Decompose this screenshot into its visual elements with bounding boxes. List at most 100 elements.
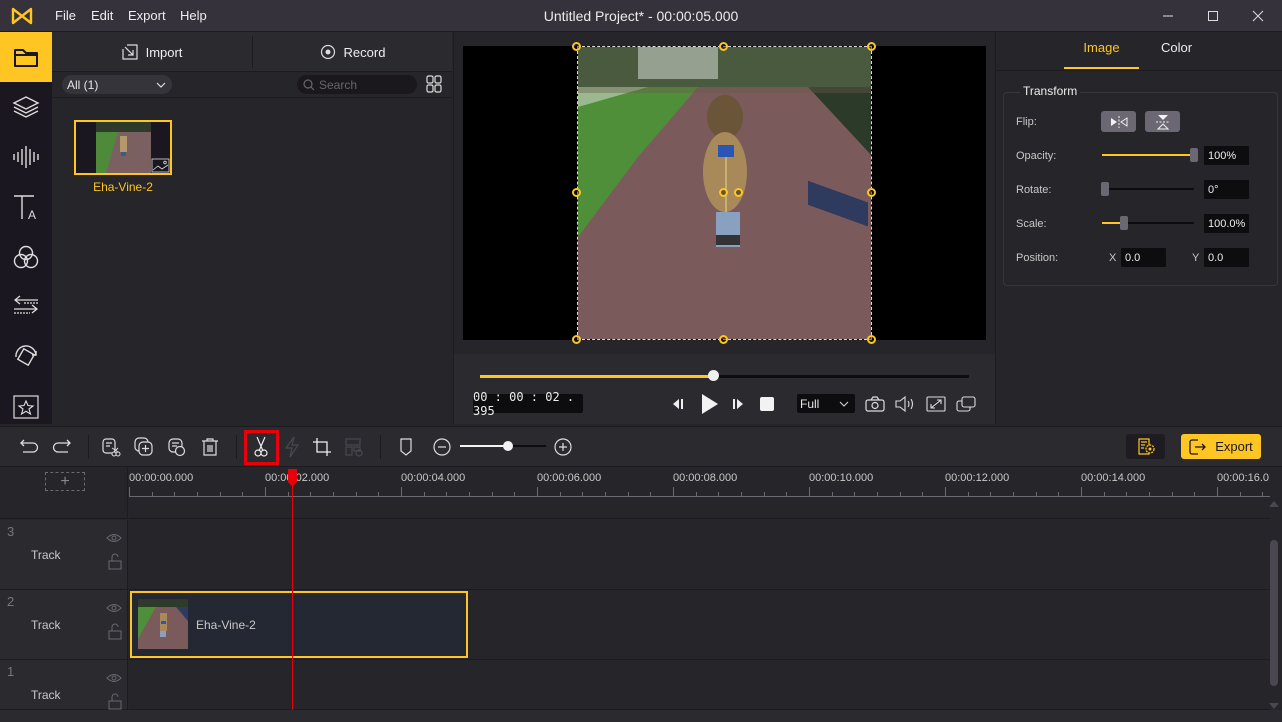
volume-button[interactable] <box>894 393 916 415</box>
opacity-slider-handle[interactable] <box>1190 148 1198 162</box>
seek-bar-handle[interactable] <box>707 370 719 381</box>
add-track-button[interactable]: + <box>45 472 85 491</box>
scale-label: Scale: <box>1016 218 1047 230</box>
opacity-value-field[interactable]: 100% <box>1204 146 1249 165</box>
track-lane[interactable] <box>129 520 1270 590</box>
pop-out-preview-button[interactable] <box>955 393 977 415</box>
copy-button[interactable] <box>164 434 190 460</box>
scroll-down-arrow-icon[interactable] <box>1268 702 1280 710</box>
rotate-slider-handle[interactable] <box>1101 182 1109 196</box>
grid-view-icon[interactable] <box>426 75 442 93</box>
rotate-value-field[interactable]: 0° <box>1204 180 1249 199</box>
anchor-handle[interactable] <box>719 188 728 197</box>
timeline-horizontal-scroll-area[interactable] <box>0 710 1282 722</box>
scale-value-field[interactable]: 100.0% <box>1204 214 1249 233</box>
delete-clip-button[interactable] <box>98 434 124 460</box>
tab-color[interactable]: Color <box>1139 40 1214 70</box>
menu-file[interactable]: File <box>55 8 76 23</box>
crop-button[interactable] <box>309 434 335 460</box>
mosaic-icon <box>345 438 363 457</box>
resize-handle-left[interactable] <box>572 188 581 197</box>
next-frame-button[interactable] <box>727 393 749 415</box>
scale-slider-handle[interactable] <box>1120 216 1129 230</box>
unlock-icon[interactable] <box>108 623 122 640</box>
resize-handle-bottom[interactable] <box>719 335 728 344</box>
playhead-handle[interactable] <box>288 469 297 487</box>
media-item-thumbnail[interactable] <box>74 120 172 175</box>
project-settings-button[interactable] <box>1126 434 1165 459</box>
sidebar-item-animations[interactable] <box>0 332 52 382</box>
minimize-icon <box>1163 15 1173 17</box>
resize-handle-top-left[interactable] <box>572 42 581 51</box>
track-header[interactable]: 3 Track <box>0 520 128 590</box>
filters-icon <box>13 245 39 269</box>
ruler-label: 00:00:14.000 <box>1081 472 1146 484</box>
unlock-icon[interactable] <box>108 553 122 570</box>
play-button[interactable] <box>696 391 722 417</box>
scroll-up-arrow-icon[interactable] <box>1268 500 1280 508</box>
menu-edit[interactable]: Edit <box>91 8 113 23</box>
resize-handle-right[interactable] <box>867 188 876 197</box>
ruler-minor-tick <box>877 492 878 497</box>
undo-button[interactable] <box>16 434 42 460</box>
previous-frame-icon <box>673 399 683 409</box>
media-filter-dropdown[interactable]: All (1) <box>62 75 172 94</box>
ruler-minor-tick <box>1058 492 1059 497</box>
ruler-minor-tick <box>220 492 221 497</box>
resize-handle-top[interactable] <box>719 42 728 51</box>
snapshot-button[interactable] <box>864 393 886 415</box>
sidebar-item-transitions[interactable] <box>0 282 52 332</box>
eye-icon[interactable] <box>106 603 122 613</box>
unlock-icon[interactable] <box>108 693 122 710</box>
zoom-in-button[interactable] <box>550 434 576 460</box>
resize-handle-bottom-left[interactable] <box>572 335 581 344</box>
add-button[interactable] <box>131 434 157 460</box>
rotate-handle[interactable] <box>734 188 743 197</box>
ruler-label: 00:00:04.000 <box>401 472 466 484</box>
menu-help[interactable]: Help <box>180 8 207 23</box>
close-button[interactable] <box>1235 0 1281 32</box>
sidebar-item-audio[interactable] <box>0 132 52 182</box>
resize-handle-bottom-right[interactable] <box>867 335 876 344</box>
trash-icon <box>202 438 218 456</box>
sidebar-item-filters[interactable] <box>0 232 52 282</box>
sidebar-item-elements[interactable] <box>0 382 52 432</box>
minimize-button[interactable] <box>1145 0 1191 32</box>
timeline-vertical-scrollbar[interactable] <box>1270 540 1278 686</box>
tab-image[interactable]: Image <box>1064 40 1139 70</box>
eye-icon[interactable] <box>106 673 122 683</box>
speed-button[interactable] <box>279 434 305 460</box>
current-timecode: 00 : 00 : 02 . 395 <box>473 390 583 418</box>
flip-horizontal-button[interactable] <box>1101 111 1136 132</box>
track-header[interactable]: 2 Track <box>0 590 128 660</box>
menu-export[interactable]: Export <box>128 8 166 23</box>
sidebar-item-media[interactable] <box>0 32 52 82</box>
record-button[interactable]: Record <box>253 32 452 72</box>
mosaic-button[interactable] <box>341 434 367 460</box>
track-header[interactable]: 1 Track <box>0 660 128 710</box>
ruler-minor-tick <box>1172 492 1173 497</box>
eye-icon[interactable] <box>106 533 122 543</box>
resize-handle-top-right[interactable] <box>867 42 876 51</box>
search-input[interactable]: Search <box>297 75 417 94</box>
delete-button[interactable] <box>197 434 223 460</box>
rotate-slider[interactable] <box>1102 188 1194 190</box>
sidebar-item-layers[interactable] <box>0 82 52 132</box>
maximize-button[interactable] <box>1190 0 1236 32</box>
position-x-field[interactable]: 0.0 <box>1121 248 1166 267</box>
text-icon: A <box>14 195 36 221</box>
stop-button[interactable] <box>756 393 778 415</box>
position-y-field[interactable]: 0.0 <box>1204 248 1249 267</box>
preview-quality-dropdown[interactable]: Full <box>797 394 855 413</box>
track-lane[interactable] <box>129 660 1270 710</box>
flip-vertical-button[interactable] <box>1145 111 1180 132</box>
marker-button[interactable] <box>393 434 419 460</box>
fullscreen-button[interactable] <box>925 393 947 415</box>
redo-button[interactable] <box>49 434 75 460</box>
sidebar-item-text[interactable]: A <box>0 182 52 232</box>
zoom-out-button[interactable] <box>429 434 455 460</box>
previous-frame-button[interactable] <box>667 393 689 415</box>
import-button[interactable]: Import <box>52 32 252 72</box>
export-button[interactable]: Export <box>1181 434 1261 459</box>
media-thumbnail-image <box>76 122 170 173</box>
